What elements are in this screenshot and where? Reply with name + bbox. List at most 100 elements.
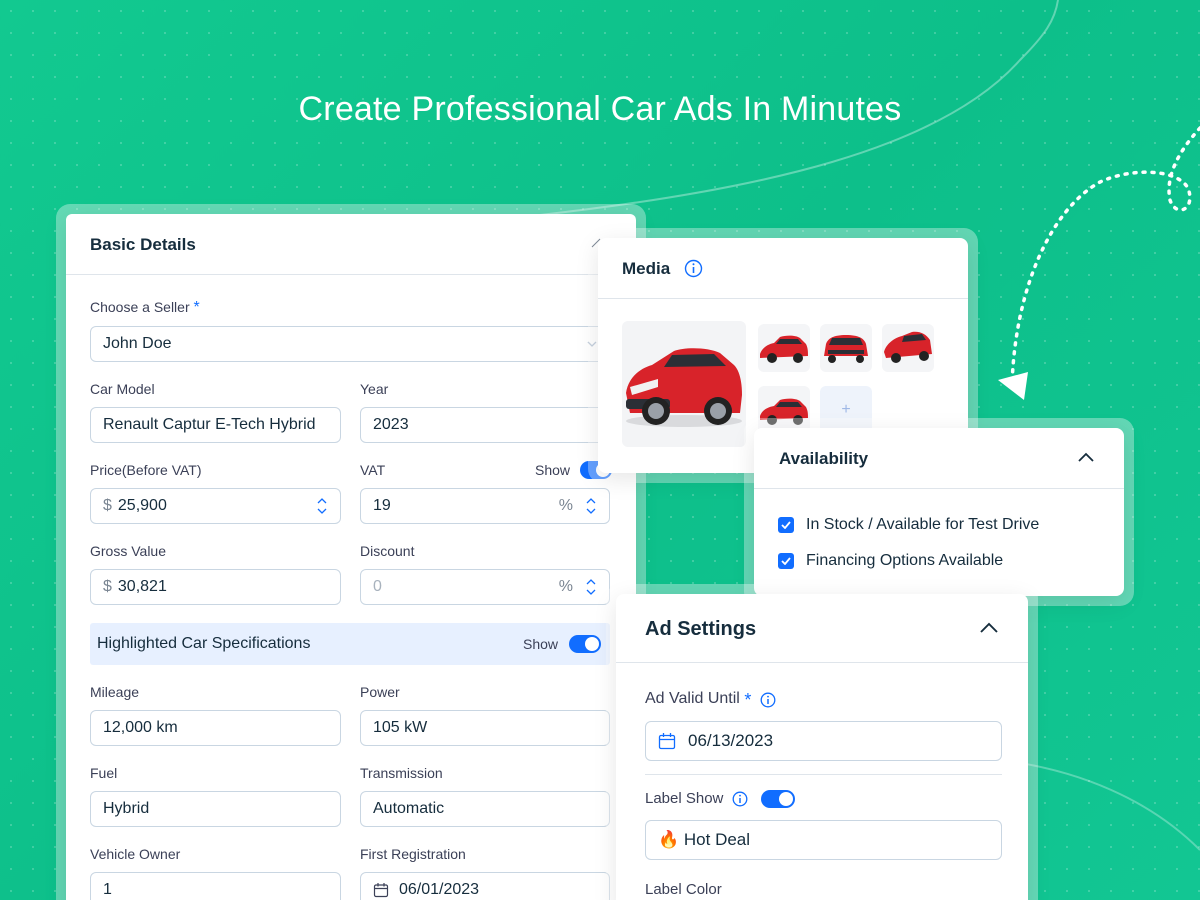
label-show-toggle[interactable]	[761, 790, 795, 808]
label-show-label: Label Show	[645, 790, 724, 807]
car-thumbnail-image	[760, 335, 808, 363]
percent-unit: %	[558, 578, 573, 595]
transmission-label: Transmission	[360, 765, 443, 781]
info-icon[interactable]	[684, 259, 703, 278]
car-thumbnail-image	[824, 335, 868, 363]
owner-input[interactable]: 1	[90, 872, 341, 900]
registration-label: First Registration	[360, 846, 466, 862]
required-mark: *	[193, 299, 200, 316]
discount-label: Discount	[360, 543, 415, 559]
ad-settings-title: Ad Settings	[645, 618, 757, 640]
main-car-photo[interactable]	[622, 321, 746, 447]
chevron-up-icon[interactable]	[586, 579, 596, 585]
highlighted-show-label: Show	[523, 636, 559, 652]
car-model-value: Renault Captur E-Tech Hybrid	[103, 416, 316, 433]
discount-placeholder: 0	[373, 578, 382, 595]
seller-select[interactable]: John Doe	[90, 326, 610, 362]
fuel-value: Hybrid	[103, 800, 150, 817]
year-label: Year	[360, 381, 389, 397]
registration-input[interactable]: 06/01/2023	[360, 872, 610, 900]
financing-checkbox[interactable]	[778, 553, 794, 569]
owner-value: 1	[103, 881, 112, 898]
price-stepper[interactable]	[316, 498, 328, 514]
seller-value: John Doe	[103, 335, 172, 352]
currency-symbol: $	[103, 497, 112, 514]
price-label: Price(Before VAT)	[90, 462, 202, 478]
discount-input[interactable]: 0 %	[360, 569, 610, 605]
power-label: Power	[360, 684, 400, 700]
seller-label: Choose a Seller *	[90, 299, 200, 317]
car-model-label: Car Model	[90, 381, 155, 397]
price-input[interactable]: $ 25,900	[90, 488, 341, 524]
in-stock-checkbox[interactable]	[778, 517, 794, 533]
chevron-up-icon[interactable]	[979, 621, 999, 634]
fuel-input[interactable]: Hybrid	[90, 791, 341, 827]
calendar-icon	[658, 733, 676, 750]
valid-until-label: Ad Valid Until *	[645, 690, 751, 711]
label-text-input[interactable]: 🔥 Hot Deal	[645, 820, 1002, 860]
media-title: Media	[622, 259, 671, 278]
transmission-input[interactable]: Automatic	[360, 791, 610, 827]
vat-input[interactable]: 19 %	[360, 488, 610, 524]
mileage-label: Mileage	[90, 684, 140, 700]
mileage-value: 12,000 km	[103, 719, 178, 736]
info-icon[interactable]	[732, 791, 748, 807]
percent-unit: %	[558, 497, 573, 514]
add-icon: +	[841, 401, 851, 418]
chevron-down-icon[interactable]	[586, 589, 596, 595]
label-text-value: 🔥 Hot Deal	[658, 830, 751, 849]
availability-title: Availability	[779, 449, 869, 468]
financing-label: Financing Options Available	[806, 552, 1004, 569]
valid-until-label-text: Ad Valid Until	[645, 690, 740, 707]
transmission-value: Automatic	[373, 800, 445, 817]
required-mark: *	[744, 690, 752, 710]
price-value: 25,900	[117, 497, 167, 514]
car-thumbnail[interactable]	[882, 324, 934, 372]
vat-value: 19	[373, 497, 391, 514]
chevron-down-icon[interactable]	[317, 508, 327, 514]
highlighted-show-toggle[interactable]	[569, 635, 601, 653]
basic-details-title: Basic Details	[90, 235, 196, 254]
checkmark-icon	[781, 557, 791, 565]
checkmark-icon	[781, 521, 791, 529]
chevron-down-icon[interactable]	[586, 508, 596, 514]
discount-stepper[interactable]	[585, 579, 597, 595]
page-headline: Create Professional Car Ads In Minutes	[298, 90, 902, 128]
car-thumbnail-image	[884, 331, 932, 363]
chevron-up-icon[interactable]	[586, 498, 596, 504]
chevron-up-icon[interactable]	[1077, 451, 1095, 463]
ad-settings-divider	[645, 774, 1002, 775]
highlighted-specs-label: Highlighted Car Specifications	[97, 635, 311, 652]
label-color-label: Label Color	[645, 881, 722, 898]
gross-input[interactable]: $ 30,821	[90, 569, 341, 605]
calendar-icon	[373, 883, 389, 898]
power-input[interactable]: 105 kW	[360, 710, 610, 746]
year-value: 2023	[373, 416, 409, 433]
valid-until-value: 06/13/2023	[688, 731, 774, 750]
car-model-input[interactable]: Renault Captur E-Tech Hybrid	[90, 407, 341, 443]
in-stock-label: In Stock / Available for Test Drive	[806, 516, 1040, 533]
vat-label: VAT	[360, 462, 386, 478]
gross-label: Gross Value	[90, 543, 166, 559]
car-thumbnail[interactable]	[820, 324, 872, 372]
valid-until-date-input[interactable]: 06/13/2023	[645, 721, 1002, 761]
car-image	[626, 348, 742, 427]
info-icon[interactable]	[760, 692, 776, 708]
power-value: 105 kW	[373, 719, 428, 736]
media-divider	[598, 298, 968, 299]
ad-settings-divider	[616, 662, 1028, 663]
registration-value: 06/01/2023	[399, 881, 480, 898]
car-thumbnail[interactable]	[758, 324, 810, 372]
seller-label-text: Choose a Seller	[90, 299, 190, 315]
year-input[interactable]: 2023	[360, 407, 610, 443]
vat-show-label: Show	[535, 462, 571, 478]
basic-details-divider	[66, 274, 636, 275]
owner-label: Vehicle Owner	[90, 846, 181, 862]
gross-value: 30,821	[117, 578, 167, 595]
vat-stepper[interactable]	[585, 498, 597, 514]
chevron-up-icon[interactable]	[317, 498, 327, 504]
availability-divider	[754, 488, 1124, 489]
currency-symbol: $	[103, 578, 112, 595]
mileage-input[interactable]: 12,000 km	[90, 710, 341, 746]
resize-handle-icon	[591, 238, 601, 248]
